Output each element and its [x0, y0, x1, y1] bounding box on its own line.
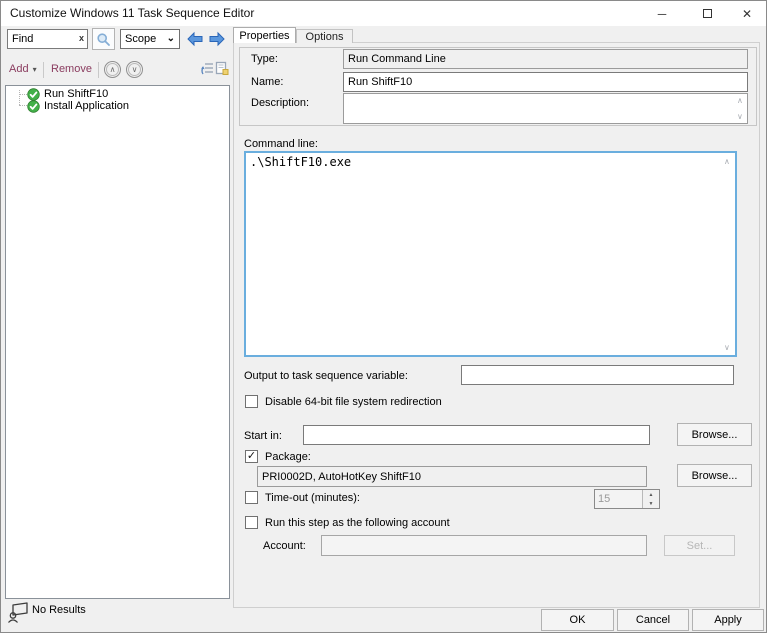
- move-up-button[interactable]: ∧: [104, 61, 121, 78]
- clear-find-icon[interactable]: x: [79, 33, 84, 43]
- checkbox-box: [245, 395, 258, 408]
- toolbar-separator: [98, 62, 99, 78]
- browse-package-button[interactable]: Browse...: [677, 464, 752, 487]
- set-label: Set...: [687, 540, 713, 552]
- start-in-label: Start in:: [244, 430, 282, 442]
- set-account-button: Set...: [664, 535, 735, 556]
- spin-up-icon: ▲: [643, 490, 659, 499]
- close-button[interactable]: ✕: [730, 1, 764, 26]
- checkbox-check-icon: ✓: [245, 450, 258, 463]
- maximize-button[interactable]: [690, 1, 724, 26]
- account-field: [321, 535, 647, 556]
- browse-label: Browse...: [692, 429, 738, 441]
- tree-item-install-application[interactable]: Install Application: [27, 99, 129, 113]
- description-field[interactable]: [343, 93, 748, 124]
- name-field[interactable]: [343, 72, 748, 92]
- add-button[interactable]: Add ▾: [9, 63, 37, 75]
- account-label: Account:: [263, 540, 306, 552]
- tree-connector: [19, 94, 27, 95]
- tab-properties-label: Properties: [239, 30, 289, 42]
- collapse-all-icon: [200, 61, 214, 76]
- arrow-left-icon: [186, 31, 204, 47]
- disable-64bit-label: Disable 64-bit file system redirection: [265, 396, 442, 408]
- no-results-icon: [7, 600, 29, 624]
- remove-label: Remove: [51, 63, 92, 75]
- package-label: Package:: [265, 451, 311, 463]
- type-field: [343, 49, 748, 69]
- disable-64bit-checkbox[interactable]: Disable 64-bit file system redirection: [245, 395, 442, 408]
- spinner-buttons: ▲ ▼: [642, 490, 659, 508]
- arrow-right-icon: [208, 31, 226, 47]
- task-sequence-editor-window: Customize Windows 11 Task Sequence Edito…: [0, 0, 767, 633]
- browse-start-in-button[interactable]: Browse...: [677, 423, 752, 446]
- output-variable-label: Output to task sequence variable:: [244, 370, 408, 382]
- cancel-label: Cancel: [636, 614, 670, 626]
- run-as-account-checkbox[interactable]: Run this step as the following account: [245, 516, 450, 529]
- start-in-field[interactable]: [303, 425, 650, 445]
- ok-button[interactable]: OK: [541, 609, 614, 631]
- checkbox-box: [245, 516, 258, 529]
- tab-options[interactable]: Options: [296, 29, 353, 43]
- find-previous-button[interactable]: [184, 28, 205, 49]
- run-as-account-label: Run this step as the following account: [265, 517, 450, 529]
- maximize-icon: [703, 9, 712, 18]
- timeout-value-field: [595, 490, 642, 508]
- expand-all-button[interactable]: [215, 61, 229, 79]
- timeout-label: Time-out (minutes):: [265, 492, 360, 504]
- search-button[interactable]: [92, 28, 115, 50]
- task-sequence-tree: Run ShiftF10 Install Application: [5, 85, 230, 599]
- type-label: Type:: [251, 53, 278, 65]
- scope-dropdown[interactable]: Scope ⌄: [120, 29, 180, 49]
- title-bar: Customize Windows 11 Task Sequence Edito…: [1, 1, 766, 26]
- package-checkbox[interactable]: ✓ Package:: [245, 450, 311, 463]
- expand-all-icon: [215, 61, 229, 76]
- command-line-label: Command line:: [244, 138, 318, 150]
- add-label: Add: [9, 63, 29, 75]
- apply-button[interactable]: Apply: [692, 609, 764, 631]
- spin-down-icon: ▼: [643, 499, 659, 508]
- tree-connector: [19, 90, 20, 105]
- timeout-spinner: ▲ ▼: [594, 489, 660, 509]
- remove-button[interactable]: Remove: [51, 63, 92, 75]
- scope-value: Scope: [125, 33, 156, 45]
- add-dropdown-caret-icon: ▾: [33, 65, 37, 74]
- chevron-up-icon: ∧: [110, 66, 116, 74]
- package-field: [257, 466, 647, 487]
- timeout-checkbox[interactable]: Time-out (minutes):: [245, 491, 360, 504]
- minimize-icon: ─: [658, 7, 667, 21]
- toolbar-separator: [43, 62, 44, 78]
- search-results-status: [7, 600, 29, 627]
- apply-label: Apply: [714, 614, 742, 626]
- chevron-down-icon: ⌄: [167, 33, 175, 44]
- window-title: Customize Windows 11 Task Sequence Edito…: [10, 6, 254, 20]
- output-variable-field[interactable]: [461, 365, 734, 385]
- status-text: No Results: [32, 604, 86, 616]
- success-check-icon: [27, 100, 40, 113]
- collapse-all-button[interactable]: [200, 61, 214, 79]
- tab-options-label: Options: [306, 31, 344, 43]
- search-icon: [96, 32, 111, 47]
- close-icon: ✕: [742, 7, 752, 21]
- checkbox-box: [245, 491, 258, 504]
- minimize-button[interactable]: ─: [645, 1, 679, 26]
- name-label: Name:: [251, 76, 283, 88]
- chevron-down-icon: ∨: [132, 66, 138, 74]
- description-label: Description:: [251, 97, 309, 109]
- browse-label: Browse...: [692, 470, 738, 482]
- move-down-button[interactable]: ∨: [126, 61, 143, 78]
- find-next-button[interactable]: [206, 28, 227, 49]
- ok-label: OK: [570, 614, 586, 626]
- cancel-button[interactable]: Cancel: [617, 609, 689, 631]
- tree-connector: [19, 105, 27, 106]
- command-line-field[interactable]: .\ShiftF10.exe: [244, 151, 737, 357]
- tab-properties[interactable]: Properties: [233, 27, 296, 43]
- tree-item-label: Install Application: [44, 100, 129, 112]
- find-input[interactable]: [7, 29, 88, 49]
- find-field-wrap: x: [7, 29, 88, 49]
